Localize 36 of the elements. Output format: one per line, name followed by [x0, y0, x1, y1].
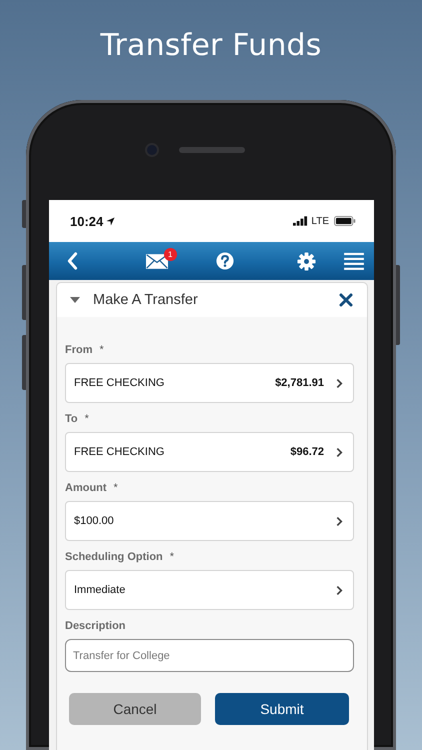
input-field[interactable]: Transfer for College	[65, 639, 354, 672]
field-label: Description	[65, 619, 126, 633]
collapse-triangle-icon[interactable]	[70, 297, 80, 303]
speaker-grille	[179, 147, 245, 153]
menu-icon[interactable]	[344, 252, 364, 270]
status-time: 10:24	[70, 214, 104, 228]
headline: Transfer Funds	[100, 28, 322, 65]
select-field[interactable]: FREE CHECKING $96.72	[65, 432, 354, 472]
chevron-right-icon	[336, 446, 343, 458]
select-field[interactable]: FREE CHECKING $2,781.91	[65, 363, 354, 403]
required-mark: *	[114, 481, 118, 495]
close-icon[interactable]	[339, 293, 353, 307]
field-label: From	[65, 343, 92, 357]
chevron-right-icon	[336, 378, 343, 388]
signal-icon	[293, 216, 308, 226]
network-label: LTE	[311, 216, 329, 226]
field-label: Scheduling Option	[65, 550, 163, 564]
battery-icon	[334, 216, 356, 226]
field-label: To	[65, 412, 78, 426]
required-mark: *	[170, 550, 174, 564]
required-mark: *	[84, 412, 89, 426]
field-label: Amount	[65, 481, 107, 495]
submit-button[interactable]: Submit	[215, 693, 349, 725]
chevron-right-icon	[336, 584, 343, 596]
mail-icon[interactable]	[146, 254, 168, 268]
select-field[interactable]: Immediate	[65, 570, 354, 610]
back-icon[interactable]	[67, 252, 78, 270]
select-field[interactable]: $100.00	[65, 501, 354, 541]
location-arrow-icon	[106, 216, 116, 226]
chevron-right-icon	[336, 516, 343, 526]
help-icon[interactable]	[216, 252, 234, 270]
panel-title: Make A Transfer	[93, 292, 199, 308]
required-mark: *	[100, 343, 104, 357]
cancel-button[interactable]: Cancel	[69, 693, 201, 725]
notification-badge: 1	[164, 248, 177, 260]
settings-icon[interactable]	[297, 252, 316, 270]
